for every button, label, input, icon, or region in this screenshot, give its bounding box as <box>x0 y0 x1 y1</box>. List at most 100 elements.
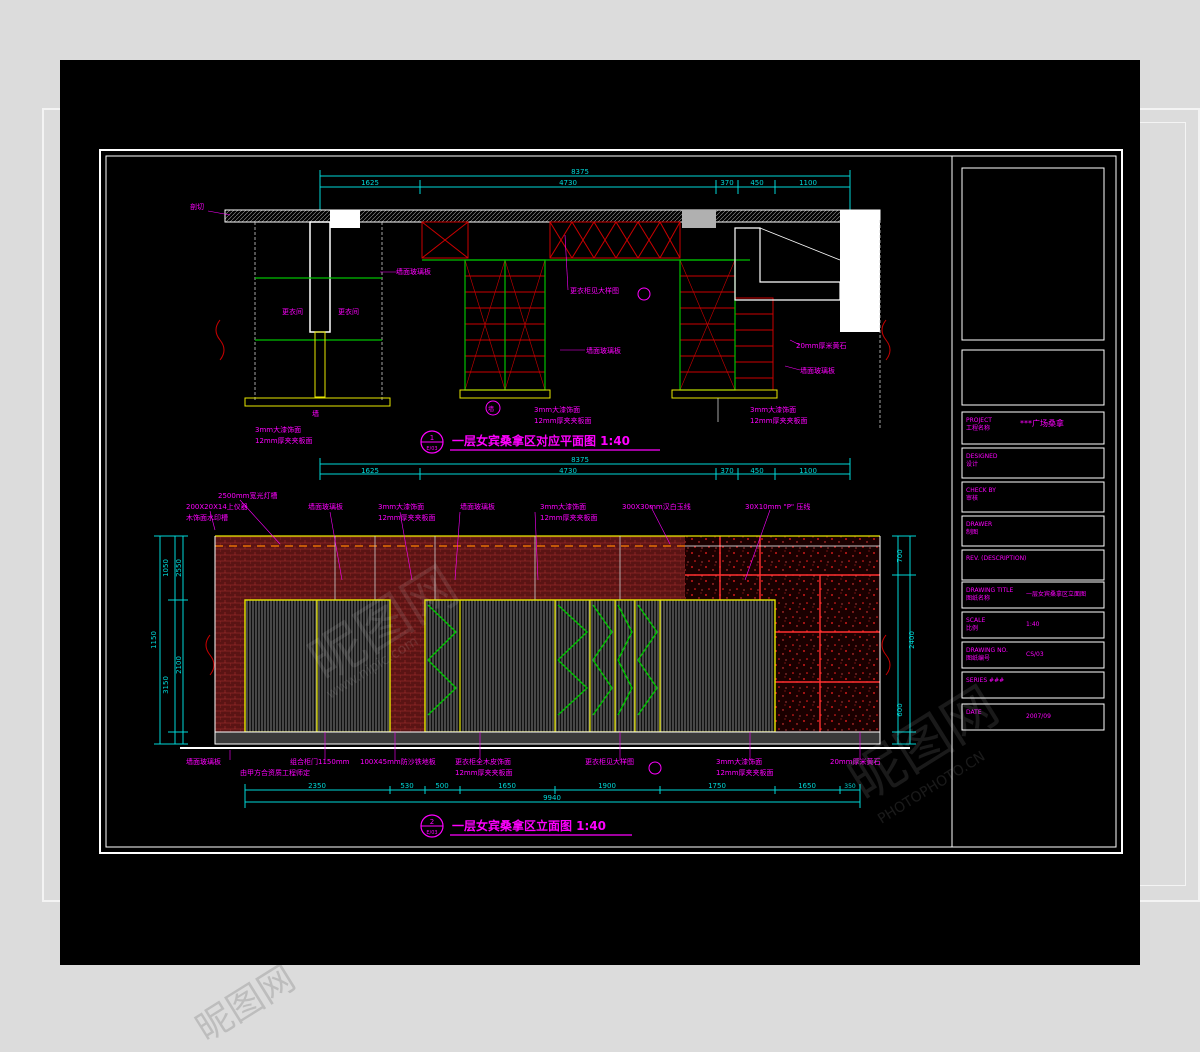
elev-top-dim-4: 450 <box>750 467 763 475</box>
elev-bottom-dim-2: 530 <box>400 782 413 790</box>
elev-bottom-note-2: 组合柜门1150mm <box>290 757 350 766</box>
title-block-value: CS/03 <box>1026 651 1044 658</box>
elev-index-sheet: E/03 <box>426 830 437 836</box>
plan-index-sheet: E/03 <box>426 446 437 452</box>
elev-bottom-dim-6: 1750 <box>708 782 726 790</box>
elevation-view: 8375 1625 4730 370 450 1100 1050 1150 31… <box>150 456 916 838</box>
plan-room-right: 更衣间 <box>338 307 359 316</box>
title-block-label: 图纸名称 <box>966 594 990 602</box>
elev-bottom-dim-4: 1650 <box>498 782 516 790</box>
elev-bottom-note-10: 20mm厚米黄石 <box>830 757 881 766</box>
plan-note-9: 12mm厚夹夹板面 <box>534 416 592 425</box>
elev-top-note-10: 300X30mm汉白玉线 <box>622 502 691 511</box>
elev-top-note-5: 3mm大漆饰面 <box>378 502 424 511</box>
elev-bottom-dim-3: 500 <box>435 782 448 790</box>
title-block-label: SERIES ### <box>966 677 1004 684</box>
plan-dim-2: 4730 <box>559 179 577 187</box>
title-block-label: DRAWING NO. <box>966 647 1008 654</box>
title-block-label: PROJECT <box>966 417 992 424</box>
plan-wall-label: 剖切 <box>190 202 204 211</box>
elev-bottom-note-7: 更衣柜见大样图 <box>585 757 634 766</box>
elev-top-dim-3: 370 <box>720 467 733 475</box>
elev-top-dim-2: 4730 <box>559 467 577 475</box>
elev-locker-center <box>424 599 776 733</box>
plan-title: 一层女宾桑拿区对应平面图 1:40 <box>452 433 630 448</box>
cad-drawing-canvas: 8375 1625 4730 370 450 1100 剖切 更衣间 更衣间 墙 <box>60 60 1140 965</box>
title-block-stamp-box <box>961 349 1105 406</box>
cad-drawing: 8375 1625 4730 370 450 1100 剖切 更衣间 更衣间 墙 <box>99 149 1123 854</box>
elev-bottom-dim-5: 1900 <box>598 782 616 790</box>
elev-top-dim: 8375 <box>571 456 589 464</box>
elev-left-dim-5: 2550 <box>175 559 183 577</box>
plan-note-6: 3mm大漆饰面 <box>255 425 301 434</box>
elev-top-note-11: 30X10mm "P" 压线 <box>745 502 810 511</box>
elev-bottom-note-4: 100X45mm防沙铁地板 <box>360 757 436 766</box>
title-block-label: 工程名称 <box>966 424 990 432</box>
title-block-label: DATE <box>966 709 982 716</box>
title-block-label: 比例 <box>966 624 978 632</box>
elev-bottom-dim-7: 1650 <box>798 782 816 790</box>
elev-top-note-4: 墙面玻璃板 <box>308 502 343 511</box>
title-block-value: ***广场桑拿 <box>1020 418 1064 428</box>
plan-dim-5: 1100 <box>799 179 817 187</box>
elev-bottom-dim-1: 2350 <box>308 782 326 790</box>
elev-right-dim-2: 2400 <box>908 631 916 649</box>
elev-top-note-2: 200X20X14上仪器 <box>186 502 248 511</box>
elev-top-note-9: 12mm厚夹夹板面 <box>540 513 598 522</box>
plan-note-5: 墙面玻璃板 <box>800 366 835 375</box>
elev-top-note-1: 2500mm宽光灯槽 <box>218 491 277 500</box>
elev-top-note-7: 墙面玻璃板 <box>460 502 495 511</box>
elev-bottom-total: 9940 <box>543 794 561 802</box>
elev-left-dim-1: 1050 <box>162 559 170 577</box>
title-block-label: 图纸编号 <box>966 654 990 662</box>
plan-note-8: 3mm大漆饰面 <box>534 405 580 414</box>
elev-bottom-note-9: 12mm厚夹夹板面 <box>716 768 774 777</box>
plan-arrow-char: 墙 <box>488 405 494 413</box>
title-block-label: DESIGNED <box>966 453 998 460</box>
plan-view: 8375 1625 4730 370 450 1100 剖切 更衣间 更衣间 墙 <box>190 168 891 454</box>
elev-top-note-8: 3mm大漆饰面 <box>540 502 586 511</box>
watermark-brand-bottom: 昵图网 <box>189 957 303 1050</box>
plan-note-7: 12mm厚夹夹板面 <box>255 436 313 445</box>
plan-room-left: 更衣间 <box>282 307 303 316</box>
title-block-label: 审核 <box>966 494 978 502</box>
plan-note-10: 3mm大漆饰面 <box>750 405 796 414</box>
title-block-label: DRAWER <box>966 521 992 528</box>
title-block-value: 1:40 <box>1026 621 1040 628</box>
elev-bottom-note-6: 12mm厚夹夹板面 <box>455 768 513 777</box>
title-block-logo-box <box>961 167 1105 341</box>
plan-dim-1: 1625 <box>361 179 379 187</box>
title-block: PROJECT工程名称 ***广场桑拿 DESIGNED设计 CHECK BY审核 DR… <box>951 156 1105 847</box>
title-block-value: 一层女宾桑拿区立面图 <box>1026 590 1086 598</box>
plan-wall-char: 墙 <box>312 409 319 418</box>
plan-note-11: 12mm厚夹夹板面 <box>750 416 808 425</box>
elev-left-dim-4: 2100 <box>175 656 183 674</box>
title-block-label: SCALE <box>966 617 985 624</box>
plan-note-1: 墙面玻璃板 <box>396 267 431 276</box>
plan-dim-4: 450 <box>750 179 763 187</box>
title-block-value: 2007/09 <box>1026 713 1051 720</box>
elev-bottom-note-3: 由甲方合资质工程师定 <box>240 768 310 777</box>
elev-bottom-dim-8: 350 <box>844 783 856 790</box>
elev-top-note-3: 木饰面水印槽 <box>186 513 228 522</box>
elev-bottom-note-5: 更衣柜全木皮饰面 <box>455 757 511 766</box>
plan-overall-dim: 8375 <box>571 168 589 176</box>
elev-left-dim-2: 1150 <box>150 631 158 649</box>
elev-bottom-note-8: 3mm大漆饰面 <box>716 757 762 766</box>
plan-note-3: 墙面玻璃板 <box>586 346 621 355</box>
plan-note-2: 更衣柜见大样图 <box>570 286 619 295</box>
title-block-label: CHECK BY <box>966 487 996 494</box>
plan-dim-3: 370 <box>720 179 733 187</box>
elev-right-dim-3: 600 <box>896 703 904 716</box>
title-block-label: DRAWING TITLE <box>966 587 1014 594</box>
elev-title: 一层女宾桑拿区立面图 1:40 <box>452 818 606 833</box>
title-block-label: 设计 <box>966 460 978 468</box>
title-block-label: 制图 <box>966 528 978 536</box>
plan-index-no: 1 <box>430 434 434 442</box>
plan-note-4: 20mm厚米黄石 <box>796 341 847 350</box>
elev-right-dim-1: 700 <box>896 549 904 562</box>
elev-index-no: 2 <box>430 818 434 826</box>
elev-top-note-6: 12mm厚夹夹板面 <box>378 513 436 522</box>
elev-top-dim-1: 1625 <box>361 467 379 475</box>
elev-left-dim-3: 3150 <box>162 676 170 694</box>
